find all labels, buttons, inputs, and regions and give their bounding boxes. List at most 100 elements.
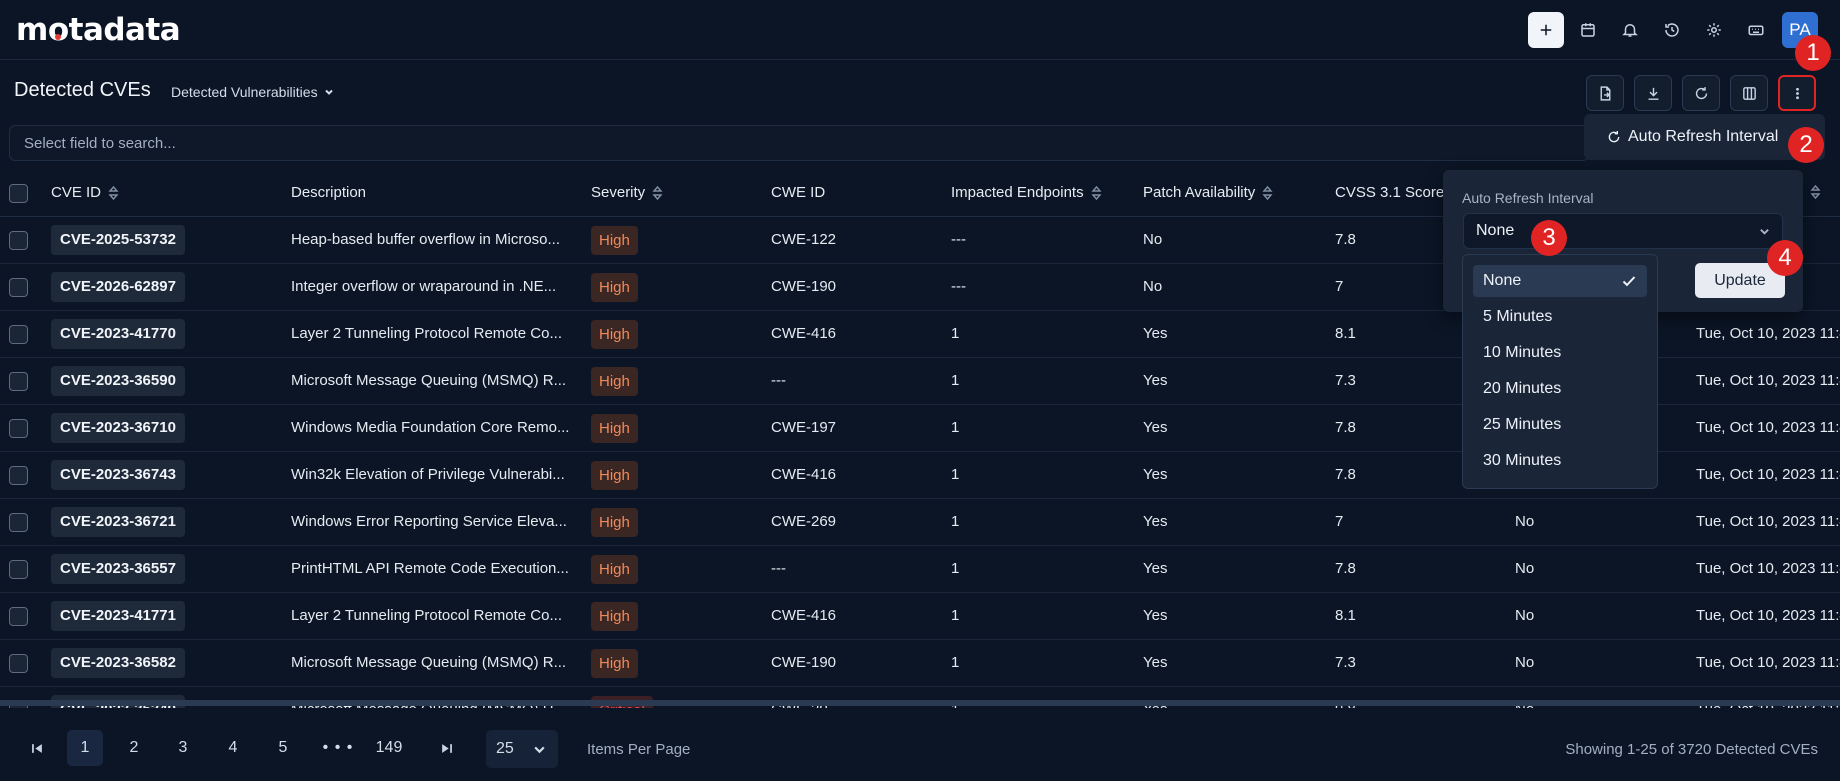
chevron-down-icon [534,746,545,753]
page-5[interactable]: 5 [265,730,301,766]
col-description[interactable]: Description [291,184,366,201]
sort-icon[interactable] [108,185,119,201]
row-checkbox[interactable] [9,513,28,532]
keyboard-icon[interactable] [1738,12,1774,48]
cve-id-chip[interactable]: CVE-2023-36710 [51,413,185,443]
annotation-badge-3: 3 [1531,220,1567,256]
row-checkbox[interactable] [9,325,28,344]
cvss-cell: 8.1 [1335,607,1356,624]
export-icon[interactable] [1586,75,1624,111]
col-cvss-score[interactable]: CVSS 3.1 Score [1335,184,1444,201]
patch-cell: Yes [1143,654,1168,671]
cve-id-chip[interactable]: CVE-2023-41770 [51,319,185,349]
columns-icon[interactable] [1730,75,1768,111]
cvss-cell: 7.3 [1335,372,1356,389]
date-cell: Tue, Oct 10, 2023 11:4 [1696,372,1840,389]
row-checkbox[interactable] [9,560,28,579]
cve-id-chip[interactable]: CVE-2023-36743 [51,460,185,490]
sort-icon[interactable] [1091,185,1102,201]
row-checkbox[interactable] [9,607,28,626]
cwe-cell: CWE-269 [771,513,837,530]
cwe-cell: --- [771,372,786,389]
description-cell: Microsoft Message Queuing (MSMQ) R... [291,372,567,389]
sort-icon[interactable] [1810,184,1821,200]
sort-icon[interactable] [652,185,663,201]
col-cwe-id[interactable]: CWE ID [771,184,825,201]
patch-cell: Yes [1143,372,1168,389]
row-checkbox[interactable] [9,278,28,297]
col-impacted-endpoints[interactable]: Impacted Endpoints [951,184,1102,201]
date-cell: Tue, Oct 10, 2023 11:4 [1696,607,1840,624]
col-cve-id[interactable]: CVE ID [51,184,119,201]
cvss-cell: 7.8 [1335,419,1356,436]
bell-icon[interactable] [1612,12,1648,48]
interval-option[interactable]: 10 Minutes [1473,337,1647,369]
patch-cell: Yes [1143,560,1168,577]
option-label: 30 Minutes [1483,452,1562,469]
cve-id-chip[interactable]: CVE-2023-36590 [51,366,185,396]
date-cell: Tue, Oct 10, 2023 11:4 [1696,513,1840,530]
view-select[interactable]: Detected Vulnerabilities [171,84,334,100]
row-checkbox[interactable] [9,654,28,673]
row-checkbox[interactable] [9,231,28,250]
row-checkbox[interactable] [9,419,28,438]
endpoints-cell: 1 [951,372,960,389]
cwe-cell: --- [771,560,786,577]
search-input[interactable]: Select field to search... [9,125,1589,161]
interval-option[interactable]: None [1473,265,1647,297]
view-select-label: Detected Vulnerabilities [171,84,318,100]
status-cell: No [1515,607,1535,624]
refresh-icon[interactable] [1682,75,1720,111]
interval-option[interactable]: 25 Minutes [1473,409,1647,441]
page-2[interactable]: 2 [116,730,152,766]
calendar-icon[interactable] [1570,12,1606,48]
cve-id-chip[interactable]: CVE-2023-36557 [51,554,185,584]
page-4[interactable]: 4 [215,730,251,766]
first-page-icon[interactable] [19,730,55,766]
gear-icon[interactable] [1696,12,1732,48]
endpoints-cell: 1 [951,560,960,577]
endpoints-cell: 1 [951,466,960,483]
interval-select[interactable]: None [1463,213,1783,249]
cvss-cell: 7 [1335,278,1344,295]
col-patch-availability[interactable]: Patch Availability [1143,184,1273,201]
interval-option[interactable]: 30 Minutes [1473,445,1647,477]
table-row[interactable]: CVE-2023-36721 High Windows Error Reportin… [0,499,1840,546]
app-logo[interactable]: motadata [16,12,181,48]
cvss-cell: 7 [1335,513,1344,530]
table-row[interactable]: CVE-2023-41771 High Layer 2 Tunneling Prot… [0,593,1840,640]
cve-id-chip[interactable]: CVE-2023-36721 [51,507,185,537]
plus-icon[interactable] [1528,12,1564,48]
last-page-icon[interactable] [428,730,464,766]
table-row[interactable]: CVE-2023-36557 High PrintHTML API Remote C… [0,546,1840,593]
history-icon[interactable] [1654,12,1690,48]
interval-option[interactable]: 5 Minutes [1473,301,1647,333]
date-cell: Tue, Oct 10, 2023 11:4 [1696,325,1840,342]
auto-refresh-label: Auto Refresh Interval [1462,190,1594,206]
table-row[interactable]: CVE-2023-36582 High Microsoft Message Queu… [0,640,1840,687]
horizontal-scrollbar[interactable] [0,700,1840,706]
cve-id-chip[interactable]: CVE-2026-62897 [51,272,185,302]
cve-id-chip[interactable]: CVE-2023-36582 [51,648,185,678]
patch-cell: Yes [1143,607,1168,624]
cwe-cell: CWE-416 [771,325,837,342]
download-icon[interactable] [1634,75,1672,111]
col-severity[interactable]: Severity [591,184,663,201]
page-1[interactable]: 1 [67,730,103,766]
page-3[interactable]: 3 [165,730,201,766]
page-last[interactable]: 149 [371,730,407,766]
row-checkbox[interactable] [9,372,28,391]
interval-option[interactable]: 20 Minutes [1473,373,1647,405]
cve-id-chip[interactable]: CVE-2023-41771 [51,601,185,631]
interval-select-value: None [1476,222,1515,239]
sort-icon[interactable] [1262,185,1273,201]
description-cell: Heap-based buffer overflow in Microso... [291,231,561,248]
select-all-checkbox[interactable] [9,184,28,203]
row-checkbox[interactable] [9,466,28,485]
page-ellipsis[interactable]: • • • [320,730,356,766]
top-bar: motadata PA [0,0,1840,60]
col-date-sort[interactable] [1810,184,1821,200]
cve-id-chip[interactable]: CVE-2025-53732 [51,225,185,255]
per-page-select[interactable]: 25 [486,730,558,768]
more-icon[interactable] [1778,75,1816,111]
